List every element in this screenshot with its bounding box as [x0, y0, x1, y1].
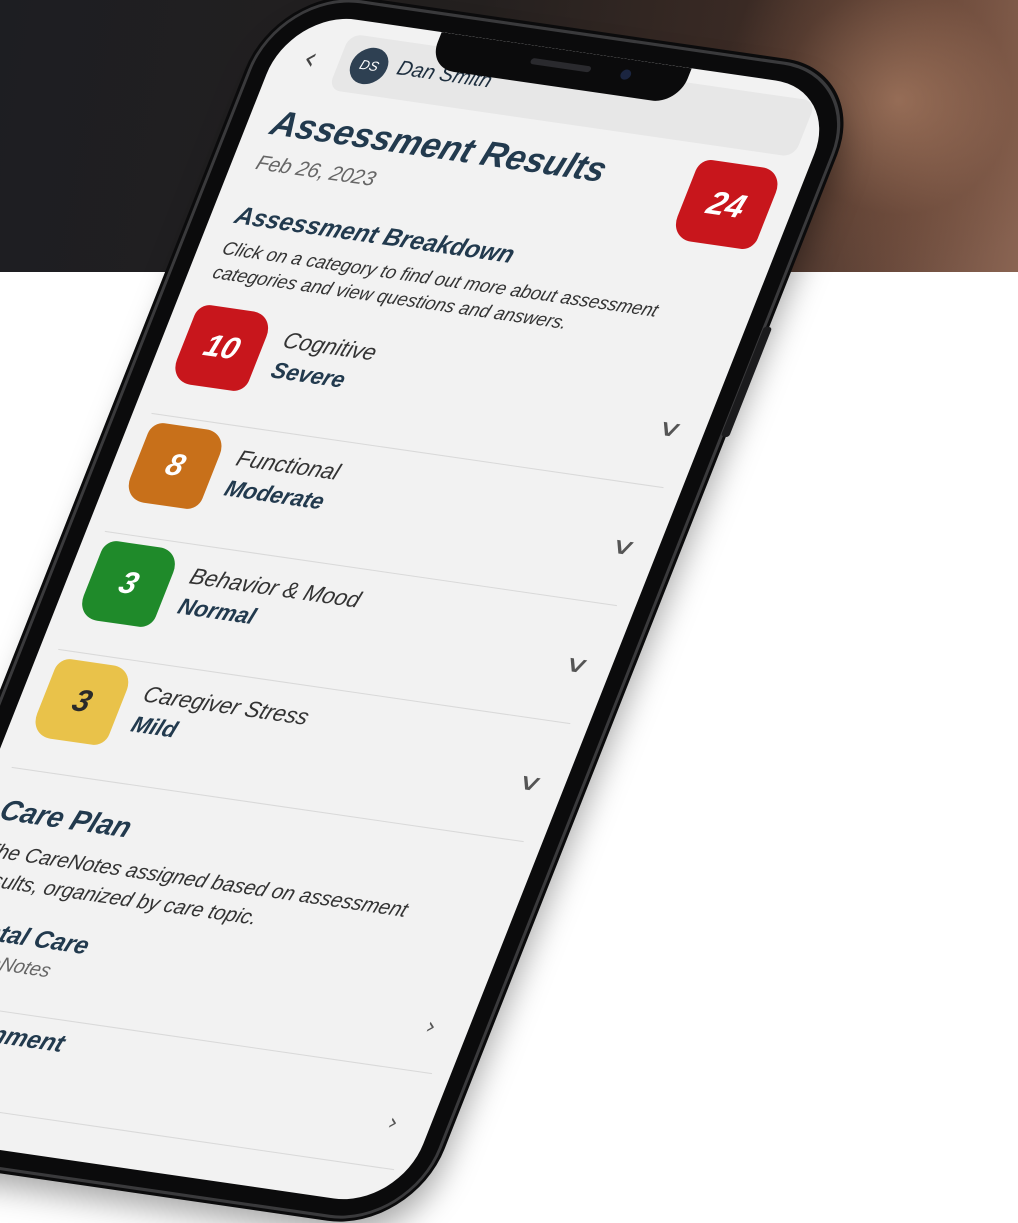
chevron-right-icon[interactable]: ›	[384, 1110, 403, 1136]
category-level: Normal	[174, 593, 260, 630]
total-score-badge: 24	[668, 158, 785, 251]
category-score-badge: 10	[168, 303, 276, 393]
back-chevron-icon[interactable]: ‹	[298, 41, 324, 78]
chevron-right-icon[interactable]: ›	[422, 1014, 441, 1040]
category-level: Mild	[127, 711, 182, 743]
camera-icon	[618, 68, 633, 81]
avatar: DS	[343, 45, 395, 87]
chevron-down-icon[interactable]: ∨	[512, 769, 548, 798]
phone-screen: ‹ DS Dan Smith Assessment Results Feb 26…	[0, 10, 840, 1208]
speaker	[529, 57, 592, 73]
category-score-badge: 8	[121, 421, 229, 511]
category-score-badge: 3	[75, 539, 182, 629]
chevron-down-icon[interactable]: ∨	[652, 415, 688, 444]
assessment-date: Feb 26, 2023	[252, 151, 380, 191]
phone-mockup-area: ‹ DS Dan Smith Assessment Results Feb 26…	[0, 0, 1018, 1223]
phone-frame: ‹ DS Dan Smith Assessment Results Feb 26…	[0, 0, 862, 1223]
category-level: Severe	[267, 357, 350, 393]
care-plan-title: Care Plan	[0, 793, 137, 844]
care-topic-name: Dental Care	[0, 913, 94, 961]
chevron-down-icon[interactable]: ∨	[559, 651, 595, 680]
category-score-badge: 3	[28, 657, 136, 747]
chevron-down-icon[interactable]: ∨	[605, 533, 641, 562]
